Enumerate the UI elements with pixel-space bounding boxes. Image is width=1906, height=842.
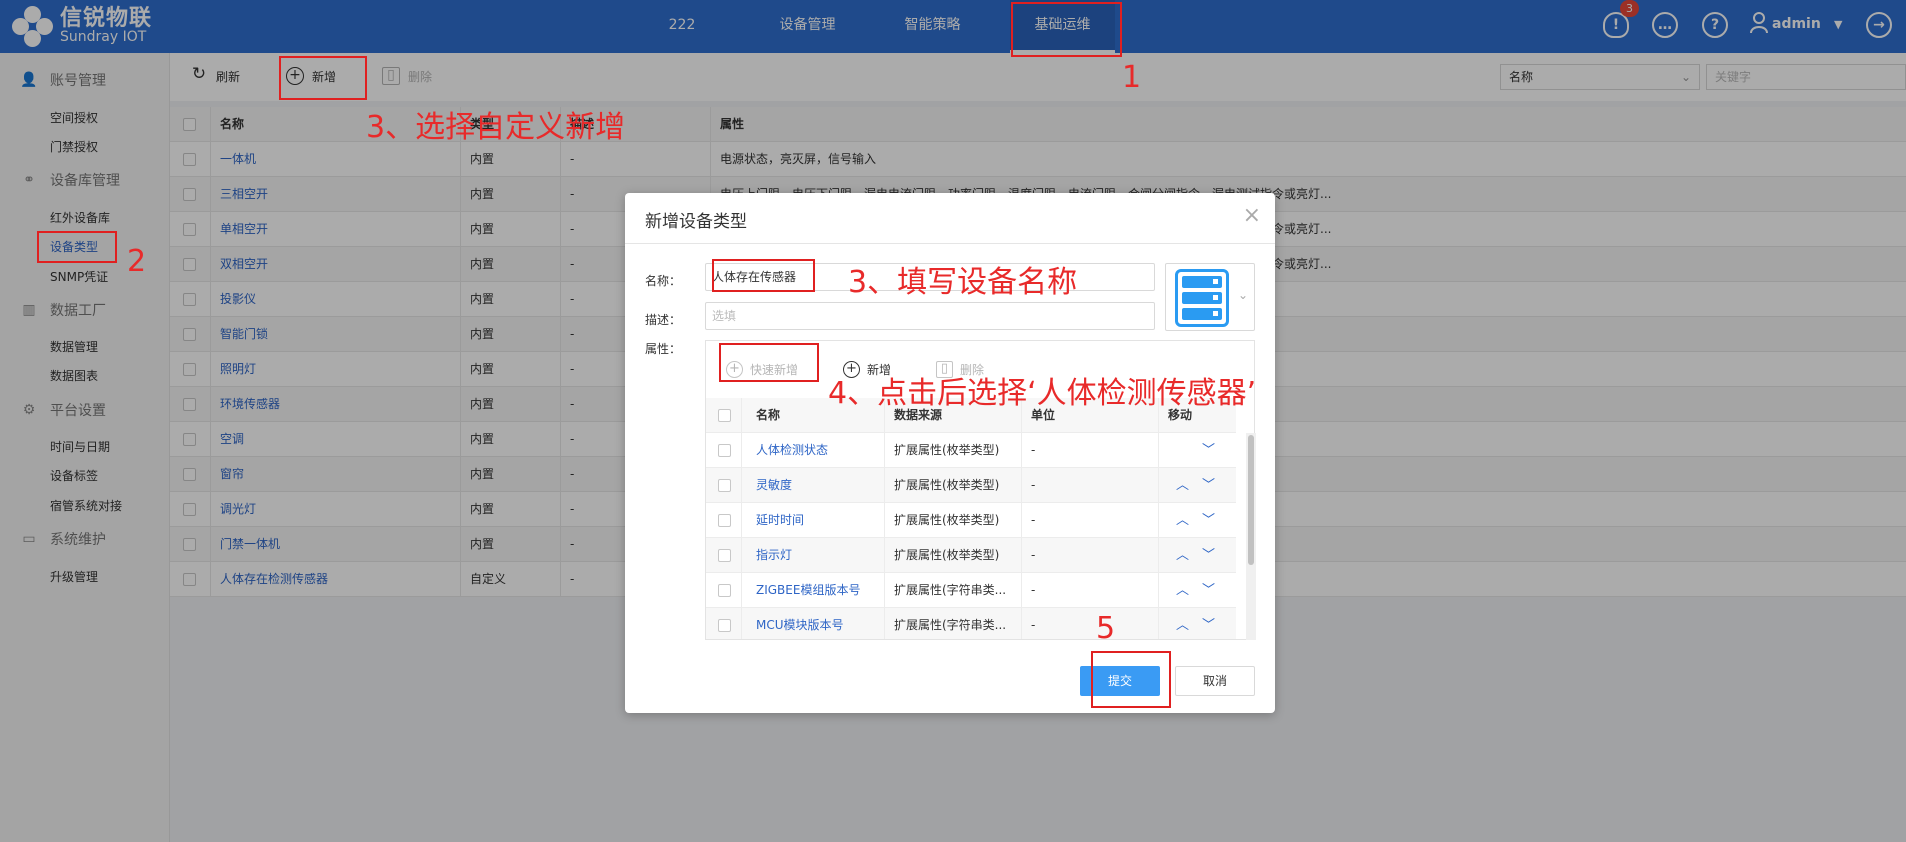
- attr-row-unit: -: [1031, 583, 1036, 597]
- attr-row-unit: -: [1031, 478, 1036, 492]
- close-icon[interactable]: ×: [1243, 203, 1261, 228]
- attr-row-name[interactable]: 延时时间: [756, 503, 878, 538]
- attr-label: 属性：: [645, 342, 682, 356]
- attr-row-source: 扩展属性(枚举类型): [894, 443, 1000, 457]
- server-icon: [1175, 269, 1229, 327]
- arrow-down-icon[interactable]: ﹀: [1202, 503, 1215, 538]
- arrow-down-icon[interactable]: ﹀: [1202, 573, 1215, 608]
- attr-row-name[interactable]: 人体检测状态: [756, 433, 878, 468]
- arrow-up-icon[interactable]: ︿: [1176, 608, 1189, 639]
- attr-row-unit: -: [1031, 513, 1036, 527]
- arrow-up-icon[interactable]: ︿: [1176, 468, 1189, 503]
- arrow-down-icon[interactable]: ﹀: [1202, 538, 1215, 573]
- annotation-box-2: [37, 231, 117, 263]
- annotation-box-3a: [279, 56, 367, 100]
- attr-row-checkbox[interactable]: [718, 514, 731, 527]
- attr-row-source: 扩展属性(字符串类...: [894, 583, 1007, 597]
- attr-row-source: 扩展属性(枚举类型): [894, 478, 1000, 492]
- annotation-box-1: [1011, 2, 1122, 57]
- annotation-step3b: 3、填写设备名称: [848, 265, 1078, 300]
- attr-row[interactable]: 指示灯 扩展属性(枚举类型) - ︿ ﹀: [706, 538, 1236, 573]
- name-label: 名称：: [645, 274, 682, 288]
- attr-row-source: 扩展属性(字符串类...: [894, 618, 1007, 632]
- attr-row-checkbox[interactable]: [718, 619, 731, 632]
- arrow-down-icon[interactable]: ﹀: [1202, 433, 1215, 468]
- attr-row-source: 扩展属性(枚举类型): [894, 548, 1000, 562]
- attr-row-unit: -: [1031, 618, 1036, 632]
- annotation-5: 5: [1096, 611, 1116, 646]
- annotation-box-4: [719, 343, 819, 382]
- annotation-step4: 4、点击后选择‘人体检测传感器’: [828, 376, 1257, 411]
- annotation-2: 2: [127, 244, 147, 279]
- attr-row-name[interactable]: 灵敏度: [756, 468, 878, 503]
- attr-row[interactable]: ZIGBEE模组版本号 扩展属性(字符串类... - ︿ ﹀: [706, 573, 1236, 608]
- attr-row[interactable]: 延时时间 扩展属性(枚举类型) - ︿ ﹀: [706, 503, 1236, 538]
- annotation-box-3b: [712, 259, 815, 292]
- chevron-down-icon: ⌄: [1237, 288, 1248, 302]
- attr-row[interactable]: 灵敏度 扩展属性(枚举类型) - ︿ ﹀: [706, 468, 1236, 503]
- attr-row-source: 扩展属性(枚举类型): [894, 513, 1000, 527]
- attr-row-checkbox[interactable]: [718, 549, 731, 562]
- desc-input[interactable]: 选填: [705, 302, 1155, 330]
- annotation-step3a: 3、选择自定义新增: [366, 110, 626, 145]
- arrow-up-icon[interactable]: ︿: [1176, 573, 1189, 608]
- attr-row-unit: -: [1031, 443, 1036, 457]
- attr-row-name[interactable]: 指示灯: [756, 538, 878, 573]
- dialog-title: 新增设备类型: [645, 212, 747, 232]
- annotation-1: 1: [1122, 60, 1142, 95]
- attr-row-checkbox[interactable]: [718, 479, 731, 492]
- attr-row-name[interactable]: MCU模块版本号: [756, 608, 878, 639]
- cancel-button[interactable]: 取消: [1175, 666, 1255, 696]
- attr-row[interactable]: 人体检测状态 扩展属性(枚举类型) - ﹀: [706, 433, 1236, 468]
- arrow-down-icon[interactable]: ﹀: [1202, 468, 1215, 503]
- device-icon-picker[interactable]: ⌄: [1165, 263, 1255, 331]
- annotation-box-5: [1091, 651, 1171, 708]
- attr-scrollbar[interactable]: [1246, 433, 1256, 640]
- attr-row-unit: -: [1031, 548, 1036, 562]
- arrow-down-icon[interactable]: ﹀: [1202, 608, 1215, 639]
- attr-row-checkbox[interactable]: [718, 584, 731, 597]
- attr-row[interactable]: MCU模块版本号 扩展属性(字符串类... - ︿ ﹀: [706, 608, 1236, 639]
- attr-row-name[interactable]: ZIGBEE模组版本号: [756, 573, 878, 608]
- arrow-up-icon[interactable]: ︿: [1176, 503, 1189, 538]
- attr-row-checkbox[interactable]: [718, 444, 731, 457]
- arrow-up-icon[interactable]: ︿: [1176, 538, 1189, 573]
- desc-label: 描述：: [645, 313, 682, 327]
